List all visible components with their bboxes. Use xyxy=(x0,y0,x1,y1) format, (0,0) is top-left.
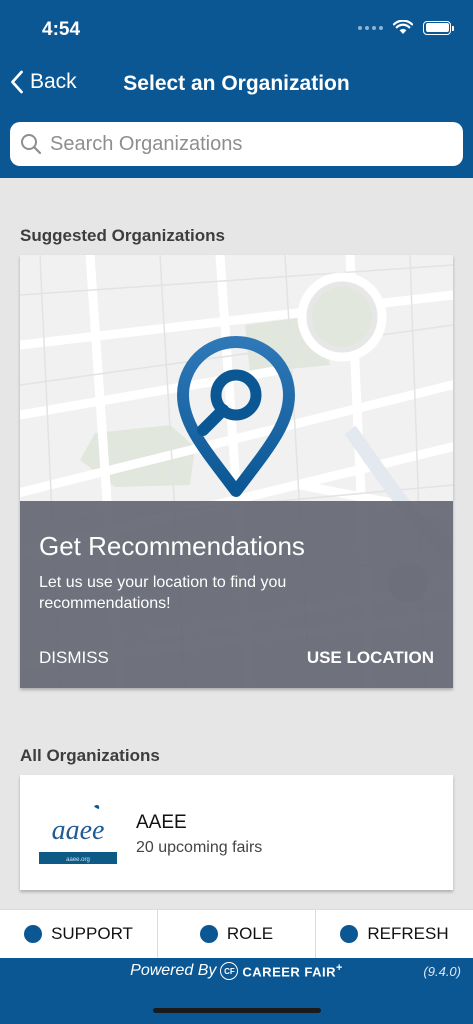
use-location-button[interactable]: USE LOCATION xyxy=(307,648,434,668)
org-list-item[interactable]: aaee aaee.org AAEE 20 upcoming fairs xyxy=(20,775,453,890)
recommendations-description: Let us use your location to find you rec… xyxy=(39,574,287,612)
org-logo-url: aaee.org xyxy=(66,857,90,863)
role-dot-icon xyxy=(199,925,218,943)
bottom-bar: SUPPORT ROLE REFRESH xyxy=(0,909,473,958)
battery-icon xyxy=(423,20,454,35)
search-bar[interactable] xyxy=(10,122,463,166)
role-label: ROLE xyxy=(226,924,274,943)
app-version: (9.4.0) xyxy=(423,964,461,979)
support-button[interactable]: SUPPORT xyxy=(0,910,158,958)
wifi-icon xyxy=(393,20,413,34)
status-icons xyxy=(358,20,454,35)
powered-by-text: Powered By xyxy=(130,962,217,979)
home-indicator xyxy=(153,1008,321,1013)
signal-icon xyxy=(358,25,383,30)
org-logo-text: aaee xyxy=(52,815,105,846)
support-label: SUPPORT xyxy=(51,924,133,943)
recommendations-title: Get Recommendations xyxy=(39,531,305,561)
refresh-label: REFRESH xyxy=(367,924,449,943)
page-title: Select an Organization xyxy=(123,72,350,95)
support-dot-icon xyxy=(24,925,43,943)
role-button[interactable]: ROLE xyxy=(158,910,316,958)
org-name: AAEE xyxy=(136,812,187,833)
org-logo: aaee aaee.org xyxy=(38,803,118,870)
search-icon xyxy=(21,134,42,155)
brand-name: CAREER FAIR+ xyxy=(242,962,342,979)
header: 4:54 Back Select an Organization xyxy=(0,0,473,178)
career-fair-logo-icon: CF xyxy=(220,962,239,980)
refresh-button[interactable]: REFRESH xyxy=(316,910,473,958)
all-organizations-title: All Organizations xyxy=(20,746,160,765)
suggested-section-title: Suggested Organizations xyxy=(20,226,225,245)
refresh-dot-icon xyxy=(340,925,359,943)
org-upcoming-fairs: 20 upcoming fairs xyxy=(136,839,263,856)
dismiss-button[interactable]: DISMISS xyxy=(39,648,109,668)
recommendations-card: Get Recommendations Let us use your loca… xyxy=(20,255,453,688)
footer: Powered By CF CAREER FAIR+ (9.4.0) xyxy=(0,958,473,1024)
brand-plus: + xyxy=(336,962,343,975)
recommendations-overlay: Get Recommendations Let us use your loca… xyxy=(20,501,453,688)
search-input[interactable] xyxy=(50,132,430,156)
status-time: 4:54 xyxy=(42,19,81,40)
powered-by: Powered By CF CAREER FAIR+ xyxy=(0,962,473,980)
brand-name-text: CAREER FAIR xyxy=(242,964,337,980)
